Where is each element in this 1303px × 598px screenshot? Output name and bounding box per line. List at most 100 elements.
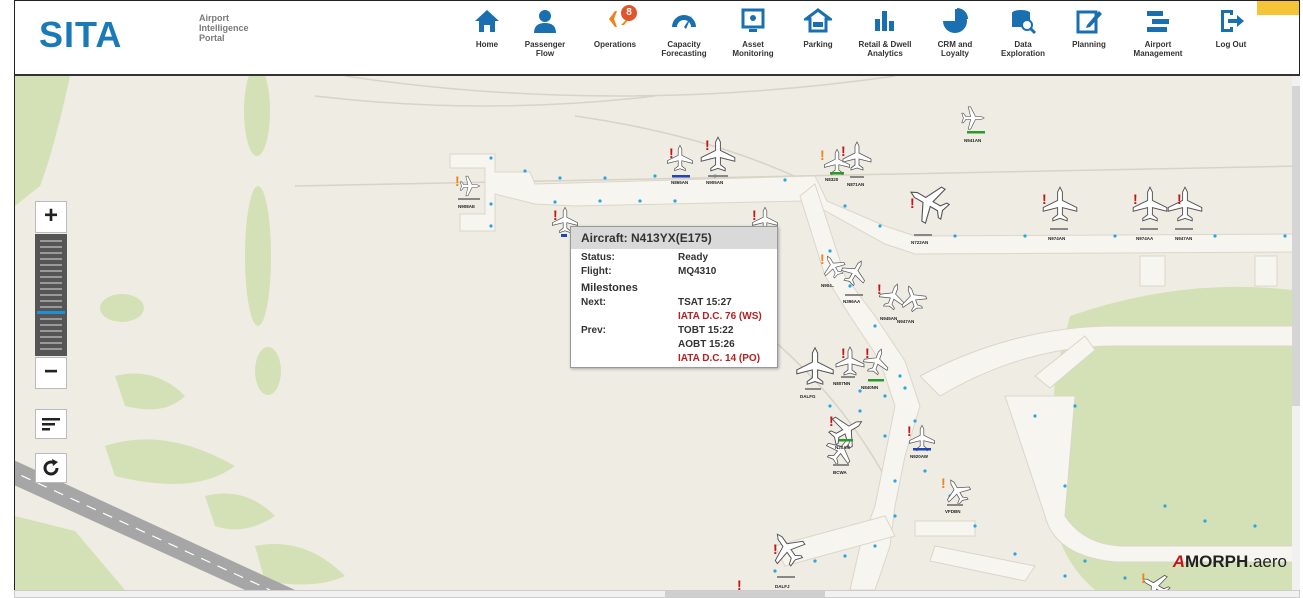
prev-value-tobt: TOBT 15:22	[678, 325, 734, 336]
vertical-scrollbar[interactable]	[1292, 76, 1300, 590]
filter-lines-icon	[42, 418, 60, 431]
nav-data-exploration[interactable]: Data Exploration	[995, 1, 1051, 73]
list-icon	[1147, 11, 1169, 32]
zoom-in-button[interactable]: +	[35, 201, 67, 233]
filter-button[interactable]	[35, 409, 67, 439]
prev-label: Prev:	[581, 325, 607, 336]
svg-text:!: !	[455, 173, 460, 189]
vertical-scroll-thumb[interactable]	[1292, 86, 1300, 406]
amorph-suffix-text: .aero	[1248, 552, 1287, 571]
svg-text:SITA: SITA	[39, 17, 122, 51]
aircraft[interactable]	[961, 106, 985, 130]
horizontal-scrollbar[interactable]	[14, 590, 1300, 598]
logout-icon	[1221, 10, 1244, 32]
status-value: Ready	[678, 252, 709, 263]
car-icon	[804, 8, 832, 33]
zoom-control: + −	[35, 201, 67, 391]
svg-text:!: !	[910, 195, 915, 211]
nav-label: CRM and Loyalty	[937, 40, 973, 58]
nav-label: Parking	[803, 40, 833, 49]
next-label: Next:	[581, 297, 607, 308]
nav-capacity-forecasting[interactable]: Capacity Forecasting	[656, 1, 712, 73]
nav-asset-monitoring[interactable]: Asset Monitoring	[725, 1, 781, 73]
svg-text:!: !	[773, 541, 778, 557]
portal-subtitle: Airport Intelligence Portal	[199, 13, 249, 43]
next-alert: IATA D.C. 76 (WS)	[678, 311, 762, 322]
gauge-icon	[672, 15, 696, 29]
aircraft-label: N865AN	[671, 180, 688, 185]
refresh-button[interactable]	[35, 453, 67, 483]
sita-logo[interactable]: SITA	[39, 17, 179, 51]
nav-label: Asset Monitoring	[732, 40, 774, 58]
refresh-icon	[43, 459, 59, 476]
aircraft-label: VFDBN	[945, 509, 961, 514]
nav-passenger-flow[interactable]: Passenger Flow	[517, 1, 573, 73]
next-value: TSAT 15:27	[678, 297, 732, 308]
aircraft-label: N947AN	[897, 319, 914, 324]
airport-map[interactable]: N908AE ! N865AN ! N905AN ! N8320 ! N871A…	[14, 76, 1300, 590]
svg-text:!: !	[1141, 570, 1146, 586]
flight-label: Flight:	[581, 266, 612, 277]
nav-label: Passenger Flow	[524, 40, 566, 58]
aircraft-label: N974AA	[1136, 236, 1154, 241]
aircraft[interactable]	[824, 149, 850, 175]
nav-crm-loyalty[interactable]: CRM and Loyalty	[927, 1, 983, 73]
aircraft[interactable]	[1167, 186, 1203, 222]
subtitle-line: Portal	[199, 33, 225, 43]
zoom-slider-thumb[interactable]	[37, 311, 65, 314]
aircraft-label: BCWA	[833, 470, 847, 475]
aircraft-label: N396AA	[843, 299, 861, 304]
nav-log-out[interactable]: Log Out	[1203, 1, 1259, 73]
nav-parking[interactable]: Parking	[790, 1, 846, 73]
aircraft[interactable]	[1132, 186, 1168, 222]
aircraft[interactable]	[876, 279, 910, 313]
aircraft-label: N807NN	[833, 381, 850, 386]
passenger-icon	[534, 10, 556, 33]
nav-airport-management[interactable]: Airport Management	[1127, 1, 1189, 73]
subtitle-line: Intelligence	[199, 23, 249, 33]
nav-label: Planning	[1072, 40, 1106, 49]
aircraft[interactable]	[459, 175, 481, 197]
nav-label: Airport Management	[1133, 40, 1183, 58]
aircraft[interactable]	[1042, 186, 1078, 222]
aircraft-tooltip: Aircraft: N413YX(E175) Status: Ready Fli…	[570, 226, 778, 368]
aircraft-label: N941AN	[964, 138, 981, 143]
svg-text:!: !	[877, 281, 882, 297]
nav-operations[interactable]: 8 Operations	[587, 1, 643, 73]
svg-text:!: !	[752, 207, 757, 223]
nav-planning[interactable]: Planning	[1061, 1, 1117, 73]
aircraft-label: DALFJ	[775, 584, 790, 589]
zoom-out-button[interactable]: −	[35, 357, 67, 389]
home-icon	[475, 10, 499, 32]
bar-chart-icon	[875, 11, 894, 31]
zoom-slider[interactable]	[35, 234, 67, 356]
aircraft-label: N20AN	[835, 445, 850, 450]
amorph-logo: AMORPH.aero	[1172, 552, 1287, 571]
nav-label: Home	[475, 40, 499, 49]
svg-text:!: !	[669, 145, 674, 161]
nav-home[interactable]: Home	[459, 1, 515, 73]
aircraft-label: N722AN	[911, 240, 928, 245]
svg-text:!: !	[829, 413, 834, 429]
svg-text:!: !	[941, 475, 946, 491]
aircraft-label: N904..	[821, 283, 834, 288]
aircraft[interactable]	[896, 281, 930, 315]
svg-text:!: !	[865, 345, 870, 361]
aircraft-label: N8320	[825, 177, 839, 182]
svg-text:!: !	[820, 251, 825, 267]
svg-text:!: !	[820, 147, 825, 163]
horizontal-scroll-thumb[interactable]	[665, 591, 825, 597]
amorph-brand-text: MORPH	[1184, 552, 1249, 571]
svg-text:!: !	[737, 577, 742, 590]
aircraft[interactable]	[796, 347, 834, 385]
top-navigation-bar: SITA Airport Intelligence Portal Home Pa…	[14, 0, 1300, 76]
nav-retail-dwell-analytics[interactable]: Retail & Dwell Analytics	[855, 1, 915, 73]
svg-text:!: !	[705, 137, 710, 153]
svg-text:!: !	[553, 207, 558, 223]
svg-text:!: !	[841, 143, 846, 159]
nav-label: Log Out	[1215, 40, 1247, 49]
svg-text:!: !	[1133, 191, 1138, 207]
flight-value: MQ4310	[678, 266, 717, 277]
status-label: Status:	[581, 252, 615, 263]
svg-text:!: !	[841, 345, 846, 361]
